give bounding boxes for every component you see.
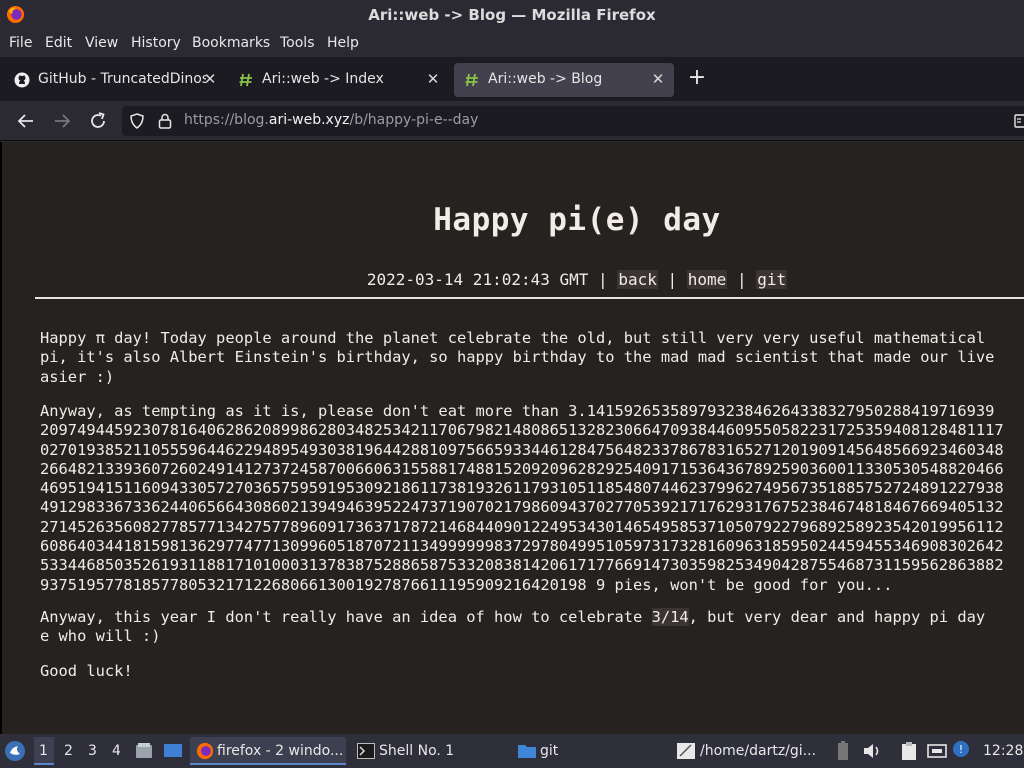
- new-tab-button[interactable]: +: [686, 67, 708, 89]
- network-icon[interactable]: [927, 742, 947, 760]
- menu-tools[interactable]: Tools: [280, 35, 315, 51]
- menu-view[interactable]: View: [85, 35, 118, 51]
- workspace-3[interactable]: 3: [88, 743, 97, 759]
- hash-icon: [465, 73, 478, 87]
- paragraph-3: Anyway, this year I don't really have an…: [40, 608, 986, 646]
- paragraph-4: Good luck!: [40, 662, 133, 680]
- window-titlebar: Ari::web -> Blog — Mozilla Firefox: [0, 0, 1024, 30]
- menu-bar: File Edit View History Bookmarks Tools H…: [0, 30, 1024, 57]
- terminal-icon: [357, 743, 375, 759]
- clock: 12:28: [983, 743, 1024, 759]
- desktop-icon[interactable]: [163, 742, 183, 760]
- lock-icon[interactable]: [156, 112, 174, 130]
- hash-icon: [239, 73, 252, 87]
- page-content: Happy pi(e) day 2022-03-14 21:02:43 GMT …: [0, 142, 1024, 734]
- close-tab-icon[interactable]: ✕: [650, 70, 666, 88]
- tab-github[interactable]: GitHub - TruncatedDinos ✕: [4, 63, 224, 97]
- menu-edit[interactable]: Edit: [45, 35, 72, 51]
- post-title: Happy pi(e) day: [433, 202, 721, 238]
- firefox-icon: [196, 742, 214, 760]
- folder-icon: [518, 745, 536, 758]
- forward-arrow-icon[interactable]: [50, 109, 74, 133]
- workspace-1-label[interactable]: 1: [39, 743, 48, 759]
- shield-icon[interactable]: [128, 112, 146, 130]
- reload-icon[interactable]: [86, 109, 110, 133]
- tab-label: GitHub - TruncatedDinos: [38, 71, 206, 87]
- task-shell[interactable]: Shell No. 1: [379, 743, 454, 759]
- task-label: firefox - 2 windo...: [217, 743, 344, 759]
- svg-text:!: !: [959, 743, 963, 756]
- github-icon: [14, 72, 30, 88]
- post-date: 2022-03-14 21:02:43 GMT: [366, 270, 589, 289]
- tab-blog[interactable]: Ari::web -> Blog ✕: [454, 63, 674, 97]
- task-firefox[interactable]: firefox - 2 windo...: [190, 737, 346, 765]
- workspace-2[interactable]: 2: [64, 743, 73, 759]
- menu-help[interactable]: Help: [327, 35, 359, 51]
- text-editor-icon: [677, 743, 695, 759]
- close-tab-icon[interactable]: ✕: [202, 70, 218, 88]
- url-bar[interactable]: https://blog.ari-web.xyz/b/happy-pi-e--d…: [122, 106, 1024, 136]
- task-editor[interactable]: /home/dartz/gi...: [700, 743, 822, 759]
- file-manager-icon[interactable]: [135, 742, 153, 760]
- home-link[interactable]: home: [686, 270, 728, 289]
- tab-label: Ari::web -> Index: [262, 71, 384, 87]
- close-tab-icon[interactable]: ✕: [425, 70, 441, 88]
- reader-view-icon[interactable]: [1014, 113, 1024, 129]
- window-title: Ari::web -> Blog — Mozilla Firefox: [368, 6, 656, 24]
- highlighted-date: 3/14: [651, 608, 689, 626]
- paragraph-2: Anyway, as tempting as it is, please don…: [40, 402, 1004, 594]
- taskbar: 1 2 3 4 firefox - 2 windo... Shell No. 1…: [0, 734, 1024, 768]
- battery-icon[interactable]: [836, 741, 850, 761]
- tab-label: Ari::web -> Blog: [488, 71, 603, 87]
- back-arrow-icon[interactable]: [14, 109, 38, 133]
- navigation-toolbar: https://blog.ari-web.xyz/b/happy-pi-e--d…: [0, 101, 1024, 141]
- paragraph-1: Happy π day! Today people around the pla…: [40, 329, 995, 386]
- divider: [35, 297, 1024, 299]
- update-icon[interactable]: !: [952, 740, 970, 758]
- tab-index[interactable]: Ari::web -> Index ✕: [228, 63, 450, 97]
- git-link[interactable]: git: [756, 270, 788, 289]
- menu-bookmarks[interactable]: Bookmarks: [192, 35, 270, 51]
- menu-history[interactable]: History: [131, 35, 181, 51]
- url-text: https://blog.ari-web.xyz/b/happy-pi-e--d…: [184, 112, 479, 128]
- volume-icon[interactable]: [862, 742, 882, 760]
- clipboard-icon[interactable]: [900, 741, 918, 761]
- post-meta: 2022-03-14 21:02:43 GMT | back | home | …: [366, 270, 788, 289]
- menu-file[interactable]: File: [9, 35, 32, 51]
- start-menu-icon[interactable]: [4, 740, 26, 762]
- workspace-4[interactable]: 4: [112, 743, 121, 759]
- back-link[interactable]: back: [617, 270, 658, 289]
- task-git[interactable]: git: [540, 743, 558, 759]
